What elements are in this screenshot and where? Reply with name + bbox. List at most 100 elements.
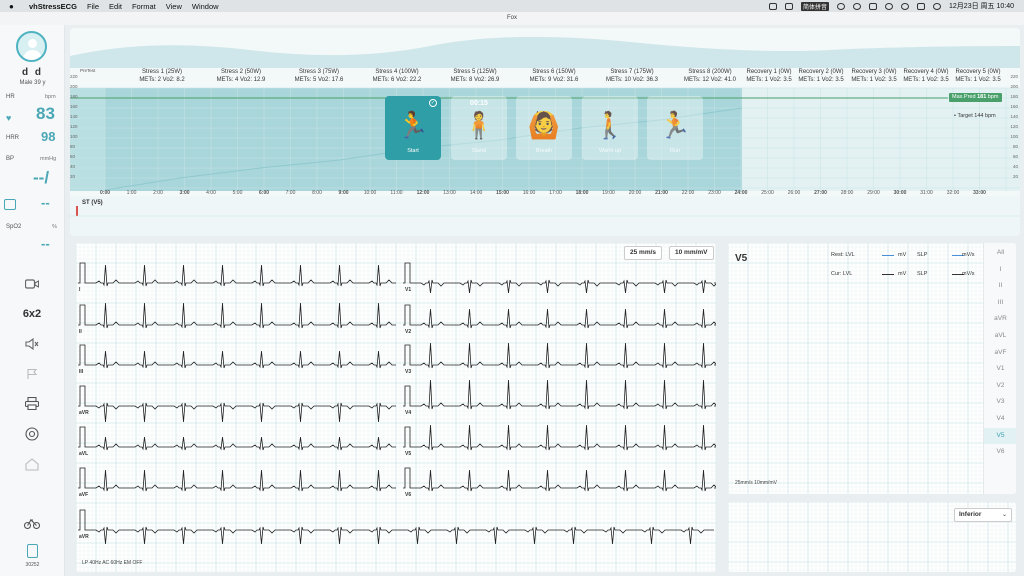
gain-button[interactable]: 10 mm/mV <box>669 246 714 260</box>
lead-label: II <box>79 329 82 335</box>
y-axis-tick: 60 <box>70 154 76 159</box>
lead-option-all[interactable]: All <box>984 245 1016 262</box>
cur-lvl-label: Cur: LVL <box>831 271 853 277</box>
lead-label: aVL <box>79 451 89 457</box>
max-pred-badge: Max.Pred 181 bpm <box>949 93 1002 102</box>
target-hr-label: • Target 144 bpm <box>954 113 996 119</box>
v5-detail-panel: V5 Rest: LVL mV SLP mV/s Cur: LVL mV SLP… <box>728 243 1016 494</box>
trend-panel: PreTest Stress 1 (25W) METs: 2 Vo2: 8.2 St… <box>70 28 1020 236</box>
wifi-icon[interactable] <box>869 2 878 10</box>
device-id: 30252 <box>25 562 40 568</box>
menu-view[interactable]: View <box>166 2 182 11</box>
bluetooth-icon[interactable] <box>837 2 846 10</box>
hr-value: 83 <box>36 104 55 123</box>
activity-breath-label: Breath <box>535 148 553 154</box>
menu-app-name[interactable]: vhStressECG <box>29 2 77 11</box>
lead-label: V4 <box>405 410 412 416</box>
y-axis-tick-right: 200 <box>1010 84 1018 89</box>
cur-mv-unit: mV <box>898 271 907 277</box>
hrr-value: 98 <box>41 129 56 144</box>
y-axis-tick-right: 180 <box>1010 94 1018 99</box>
y-axis-tick-right: 140 <box>1010 114 1018 119</box>
activity-start-button[interactable]: ✓ 🏃 Start <box>385 96 441 160</box>
activity-run-button[interactable]: 🏃 Run <box>647 96 703 160</box>
sidebar: d d Male 39 y HR bpm ♥ 83 HRR 98 BP mmHg… <box>0 25 65 576</box>
time-tick: 24:00 <box>734 190 748 196</box>
patient-name: d d <box>22 67 43 78</box>
bike-icon[interactable] <box>22 514 42 532</box>
video-icon[interactable] <box>22 275 42 293</box>
battery-icon <box>27 544 38 558</box>
lead-group-select[interactable]: Inferior ⌄ <box>954 508 1012 522</box>
y-axis-tick: 200 <box>70 84 78 89</box>
stage-label: Stress 5 (125W) METs: 8 Vo2: 26.9 <box>450 69 500 83</box>
activity-warmup-button[interactable]: 🚶 Warm up <box>582 96 638 160</box>
user-icon[interactable] <box>901 2 910 10</box>
y-axis-tick-right: 80 <box>1012 144 1018 149</box>
menubar-clock[interactable]: 12月23日 周五 10:40 <box>949 1 1014 11</box>
lead-option-avl[interactable]: aVL <box>984 328 1016 345</box>
lead-option-ii[interactable]: II <box>984 278 1016 295</box>
time-tick: 2:00 <box>153 190 163 196</box>
lead-option-v4[interactable]: V4 <box>984 411 1016 428</box>
lead-option-i[interactable]: I <box>984 262 1016 279</box>
lead-option-avf[interactable]: aVF <box>984 345 1016 362</box>
menu-window[interactable]: Window <box>192 2 219 11</box>
stage-label: Stress 1 (25W) METs: 2 Vo2: 8.2 <box>139 69 185 83</box>
activity-breath-button[interactable]: 🙆 Breath <box>516 96 572 160</box>
v5-scale: 25mm/s 10mm/mV <box>735 480 777 486</box>
lead-label: V2 <box>405 329 412 335</box>
avatar[interactable] <box>16 31 47 62</box>
search-icon[interactable] <box>885 2 894 10</box>
time-tick: 14:00 <box>469 190 483 196</box>
hrr-label: HRR <box>6 135 19 141</box>
time-tick: 13:00 <box>443 190 456 196</box>
menu-file[interactable]: File <box>87 2 99 11</box>
y-axis-tick: 180 <box>70 94 78 99</box>
time-tick: 16:00 <box>522 190 536 196</box>
y-axis-tick-right: 20 <box>1012 174 1018 179</box>
lead-label: V5 <box>405 451 412 457</box>
lead-option-v2[interactable]: V2 <box>984 378 1016 395</box>
stand-icon: 🧍 <box>462 110 496 140</box>
lead-label: III <box>79 369 84 375</box>
spo2-value: -- <box>41 236 50 251</box>
activity-stand-button[interactable]: 00:15 🧍 Stand <box>451 96 507 160</box>
home-icon[interactable] <box>22 455 42 473</box>
lead-label: I <box>79 287 81 293</box>
ai-tray-icon[interactable] <box>769 2 777 10</box>
run-icon: 🏃 <box>658 110 692 140</box>
print-icon[interactable] <box>22 394 42 412</box>
control-center-icon[interactable] <box>917 2 926 10</box>
lead-option-v6[interactable]: V6 <box>984 444 1016 461</box>
menu-edit[interactable]: Edit <box>109 2 122 11</box>
menu-format[interactable]: Format <box>132 2 156 11</box>
lead-option-v5[interactable]: V5 <box>984 427 1016 445</box>
lead-option-v3[interactable]: V3 <box>984 394 1016 411</box>
breath-icon: 🙆 <box>527 110 561 140</box>
cur-mvs-unit: mV/s <box>962 271 975 277</box>
lead-label: aVF <box>79 492 89 498</box>
stage-label: Stress 3 (75W) METs: 5 Vo2: 17.6 <box>294 69 344 83</box>
runner-icon: 🏃 <box>396 110 430 140</box>
layout-6x2-button[interactable]: 6x2 <box>22 305 42 323</box>
patient-info: Male 39 y <box>19 80 46 86</box>
lead-option-v1[interactable]: V1 <box>984 361 1016 378</box>
stop-icon[interactable] <box>22 425 42 443</box>
stage-label: Stress 2 (50W) METs: 4 Vo2: 12.9 <box>216 69 266 83</box>
time-tick: 10:00 <box>363 190 377 196</box>
y-axis-tick-right: 60 <box>1012 154 1018 159</box>
y-axis-tick: 160 <box>70 104 78 109</box>
screen-tray-icon[interactable] <box>785 2 793 10</box>
flag-icon[interactable] <box>22 365 42 383</box>
y-axis-tick: 40 <box>70 164 76 169</box>
lead-option-iii[interactable]: III <box>984 295 1016 312</box>
input-method-indicator[interactable]: 简体拼音 <box>801 1 830 11</box>
siri-icon[interactable] <box>933 2 942 10</box>
apple-icon[interactable]: ● <box>9 2 21 11</box>
rhythm-lead-label: aVR <box>79 534 89 540</box>
mute-icon[interactable] <box>22 335 42 353</box>
lead-option-avr[interactable]: aVR <box>984 311 1016 328</box>
speed-button[interactable]: 25 mm/s <box>624 246 663 260</box>
focus-icon[interactable] <box>853 2 862 10</box>
